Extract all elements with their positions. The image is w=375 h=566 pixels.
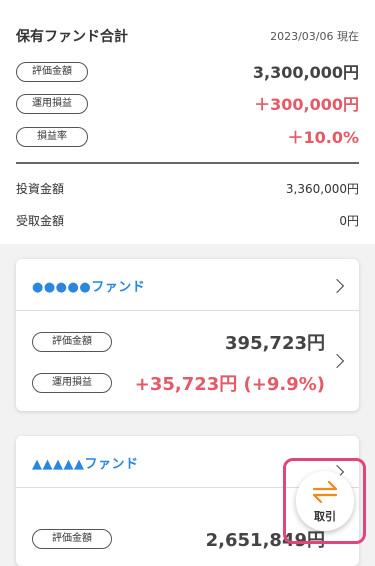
received-value: 0円: [339, 214, 359, 228]
received-label: 受取金額: [16, 214, 65, 228]
fund-card[interactable]: ●●●●●ファンド 評価金額 395,723円 運用損益 +35,723円 (+…: [16, 259, 359, 411]
fund-pnl-pill: 運用損益: [32, 373, 112, 393]
fund-name: ▲▲▲▲▲ファンド: [32, 457, 139, 472]
rate-pill: 損益率: [16, 127, 88, 147]
rate-value: ＋10.0%: [287, 128, 359, 147]
chevron-right-icon: [329, 353, 345, 369]
chevron-right-icon: [329, 278, 345, 294]
received-row: 受取金額 0円: [16, 212, 359, 230]
pnl-value: ＋300,000円: [254, 95, 359, 114]
fund-name: ●●●●●ファンド: [32, 280, 146, 295]
fund-valuation-pill: 評価金額: [32, 332, 112, 352]
summary-row-rate: 損益率 ＋10.0%: [16, 127, 359, 149]
valuation-pill: 評価金額: [16, 62, 88, 82]
fund-valuation-pill: 評価金額: [32, 529, 112, 549]
trade-label: 取引: [314, 510, 336, 523]
summary-date: 2023/03/06 現在: [270, 30, 359, 43]
summary-row-valuation: 評価金額 3,300,000円: [16, 62, 359, 84]
investment-row: 投資金額 3,360,000円: [16, 180, 359, 198]
investment-value: 3,360,000円: [285, 182, 359, 196]
fund-pnl-value: +35,723円 (+9.9%): [134, 374, 325, 395]
valuation-value: 3,300,000円: [252, 63, 359, 82]
summary-title: 保有ファンド合計: [16, 29, 128, 45]
fund-valuation-value: 395,723円: [225, 333, 325, 354]
fund-card-header[interactable]: ●●●●●ファンド: [16, 259, 359, 311]
trade-button[interactable]: 取引: [296, 471, 354, 531]
investment-label: 投資金額: [16, 182, 65, 196]
fab-highlight: 取引: [283, 458, 366, 544]
summary-row-pnl: 運用損益 ＋300,000円: [16, 94, 359, 116]
summary-divider: [16, 162, 359, 164]
swap-arrows-icon: [312, 480, 338, 504]
pnl-pill: 運用損益: [16, 94, 88, 114]
holdings-summary: 保有ファンド合計 2023/03/06 現在 評価金額 3,300,000円 運…: [0, 0, 375, 244]
